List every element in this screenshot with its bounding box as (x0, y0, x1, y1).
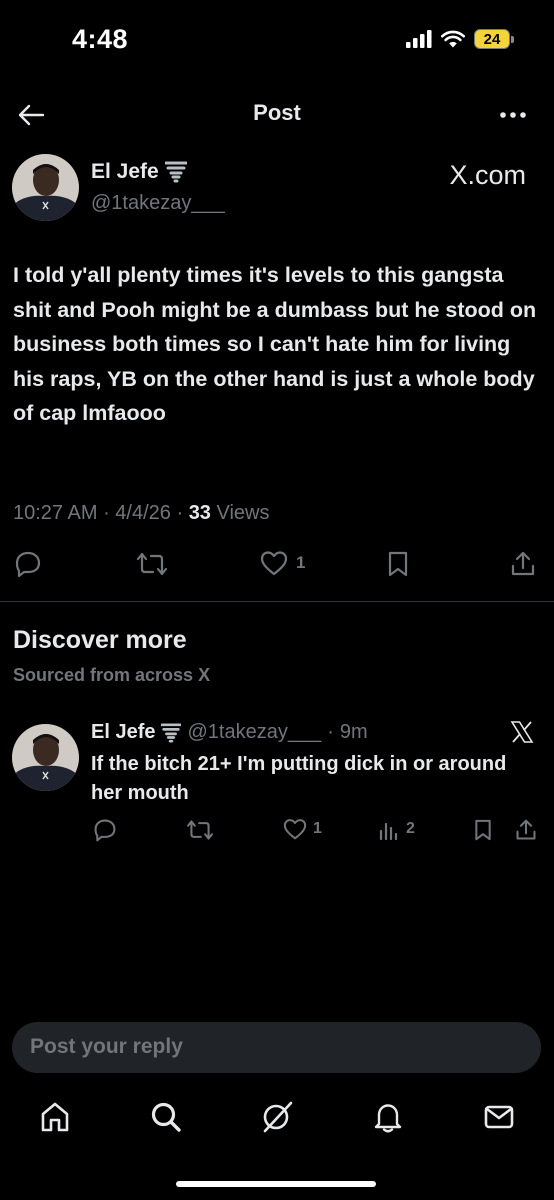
related-post-actions: 1 2 (0, 816, 554, 846)
related-post-header[interactable]: El Jefe @1takezay___ · 9m (91, 721, 368, 744)
search-icon[interactable] (149, 1100, 183, 1134)
post-text: I told y'all plenty times it's levels to… (13, 263, 537, 425)
status-icons: 24 (406, 29, 514, 49)
author-avatar[interactable] (12, 154, 79, 221)
related-post-age: 9m (339, 721, 368, 743)
wifi-icon (441, 30, 465, 48)
meta-separator: · (103, 502, 116, 524)
share-icon (511, 551, 535, 576)
views-label: Views (216, 502, 270, 524)
tornado-emoji-icon (161, 722, 182, 743)
battery-icon: 24 (474, 29, 514, 49)
home-icon[interactable] (38, 1100, 72, 1134)
signal-icon (406, 30, 432, 48)
repost-button[interactable] (136, 550, 168, 578)
status-time: 4:48 (72, 24, 129, 54)
battery-level: 24 (483, 30, 501, 48)
notifications-icon[interactable] (371, 1100, 405, 1134)
reply-icon (94, 819, 116, 842)
related-views-button[interactable]: 2 (378, 818, 415, 840)
meta-separator: · (176, 502, 189, 524)
analytics-icon (379, 822, 398, 840)
reply-icon (15, 551, 41, 578)
related-views-count: 2 (406, 820, 415, 837)
grok-icon[interactable] (260, 1100, 294, 1134)
related-like-count: 1 (313, 820, 322, 837)
related-author-name: El Jefe (91, 721, 156, 743)
heart-icon (260, 551, 288, 576)
bookmark-icon (475, 819, 491, 841)
related-share-button[interactable] (515, 818, 537, 842)
like-button[interactable]: 1 (260, 550, 305, 576)
related-reply-button[interactable] (93, 818, 117, 842)
page-title: Post (253, 100, 301, 125)
discover-title: Discover more (13, 626, 187, 654)
related-repost-button[interactable] (186, 818, 214, 842)
share-button[interactable] (510, 550, 536, 578)
related-author-avatar[interactable] (12, 724, 79, 791)
discover-subtitle: Sourced from across X (13, 665, 211, 685)
author-name-text: El Jefe (91, 160, 159, 183)
more-horizontal-icon[interactable] (496, 100, 530, 130)
bookmark-button[interactable] (386, 550, 410, 578)
author-handle[interactable]: @1takezay___ (91, 192, 225, 215)
views-count: 33 (188, 502, 211, 524)
heart-icon (283, 819, 307, 840)
messages-icon[interactable] (482, 1100, 516, 1134)
author-name[interactable]: El Jefe (91, 160, 187, 184)
related-author-handle: @1takezay___ (187, 721, 322, 743)
related-post-text: If the bitch 21+ I'm putting dick in or … (91, 753, 507, 804)
divider (0, 601, 554, 602)
reply-placeholder: Post your reply (30, 1035, 183, 1058)
bottom-nav (0, 1090, 554, 1150)
post-time: 10:27 AM (13, 502, 98, 524)
home-indicator (176, 1181, 376, 1187)
repost-icon (136, 552, 168, 576)
post-actions: 1 (0, 548, 554, 582)
post-date: 4/4/26 (115, 502, 171, 524)
bookmark-icon (388, 551, 408, 577)
post-meta: 10:27 AM · 4/4/26 · 33 Views (13, 502, 270, 525)
source-label: X.com (449, 160, 526, 190)
related-bookmark-button[interactable] (473, 818, 493, 842)
reply-button[interactable] (14, 550, 42, 578)
tornado-emoji-icon (164, 161, 187, 183)
x-logo-icon[interactable] (510, 720, 534, 744)
share-icon (516, 819, 536, 840)
related-like-button[interactable]: 1 (283, 818, 322, 840)
meta-separator: · (327, 721, 334, 743)
like-count: 1 (296, 553, 306, 572)
repost-icon (186, 820, 214, 840)
